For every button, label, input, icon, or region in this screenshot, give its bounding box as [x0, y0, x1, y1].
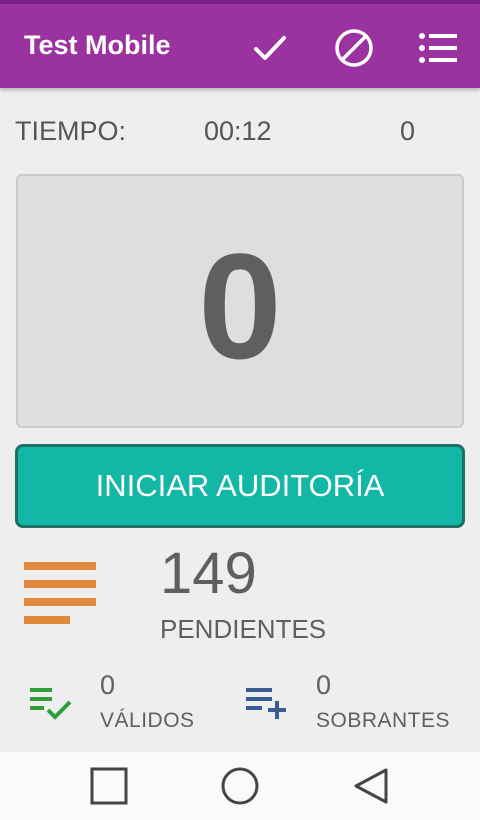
timer-row: TIEMPO: 00:12 0: [0, 112, 480, 152]
check-icon[interactable]: [250, 28, 290, 68]
playlist-add-icon: [244, 686, 290, 722]
timer-value: 00:12: [204, 116, 272, 146]
recent-apps-icon[interactable]: [89, 766, 129, 806]
timer-label: TIEMPO:: [15, 116, 127, 146]
valid-count: 0: [100, 670, 116, 700]
pending-count: 149: [160, 541, 257, 606]
start-audit-button[interactable]: INICIAR AUDITORÍA: [15, 444, 465, 528]
timer-count: 0: [400, 116, 416, 146]
playlist-check-icon: [28, 686, 74, 722]
system-nav-bar: [0, 752, 480, 820]
block-icon[interactable]: [334, 28, 374, 68]
extra-label: SOBRANTES: [316, 709, 451, 732]
back-icon[interactable]: [352, 766, 392, 806]
valid-label: VÁLIDOS: [100, 709, 195, 732]
home-icon[interactable]: [220, 766, 260, 806]
sort-lines-icon: [22, 560, 98, 628]
counter-value: 0: [198, 222, 282, 390]
pending-label: PENDIENTES: [160, 614, 327, 644]
app-bar: Test Mobile: [0, 0, 480, 88]
list-icon[interactable]: [418, 28, 458, 68]
app-title: Test Mobile: [24, 30, 171, 60]
counter-display: 0: [16, 174, 464, 428]
extra-count: 0: [316, 670, 332, 700]
